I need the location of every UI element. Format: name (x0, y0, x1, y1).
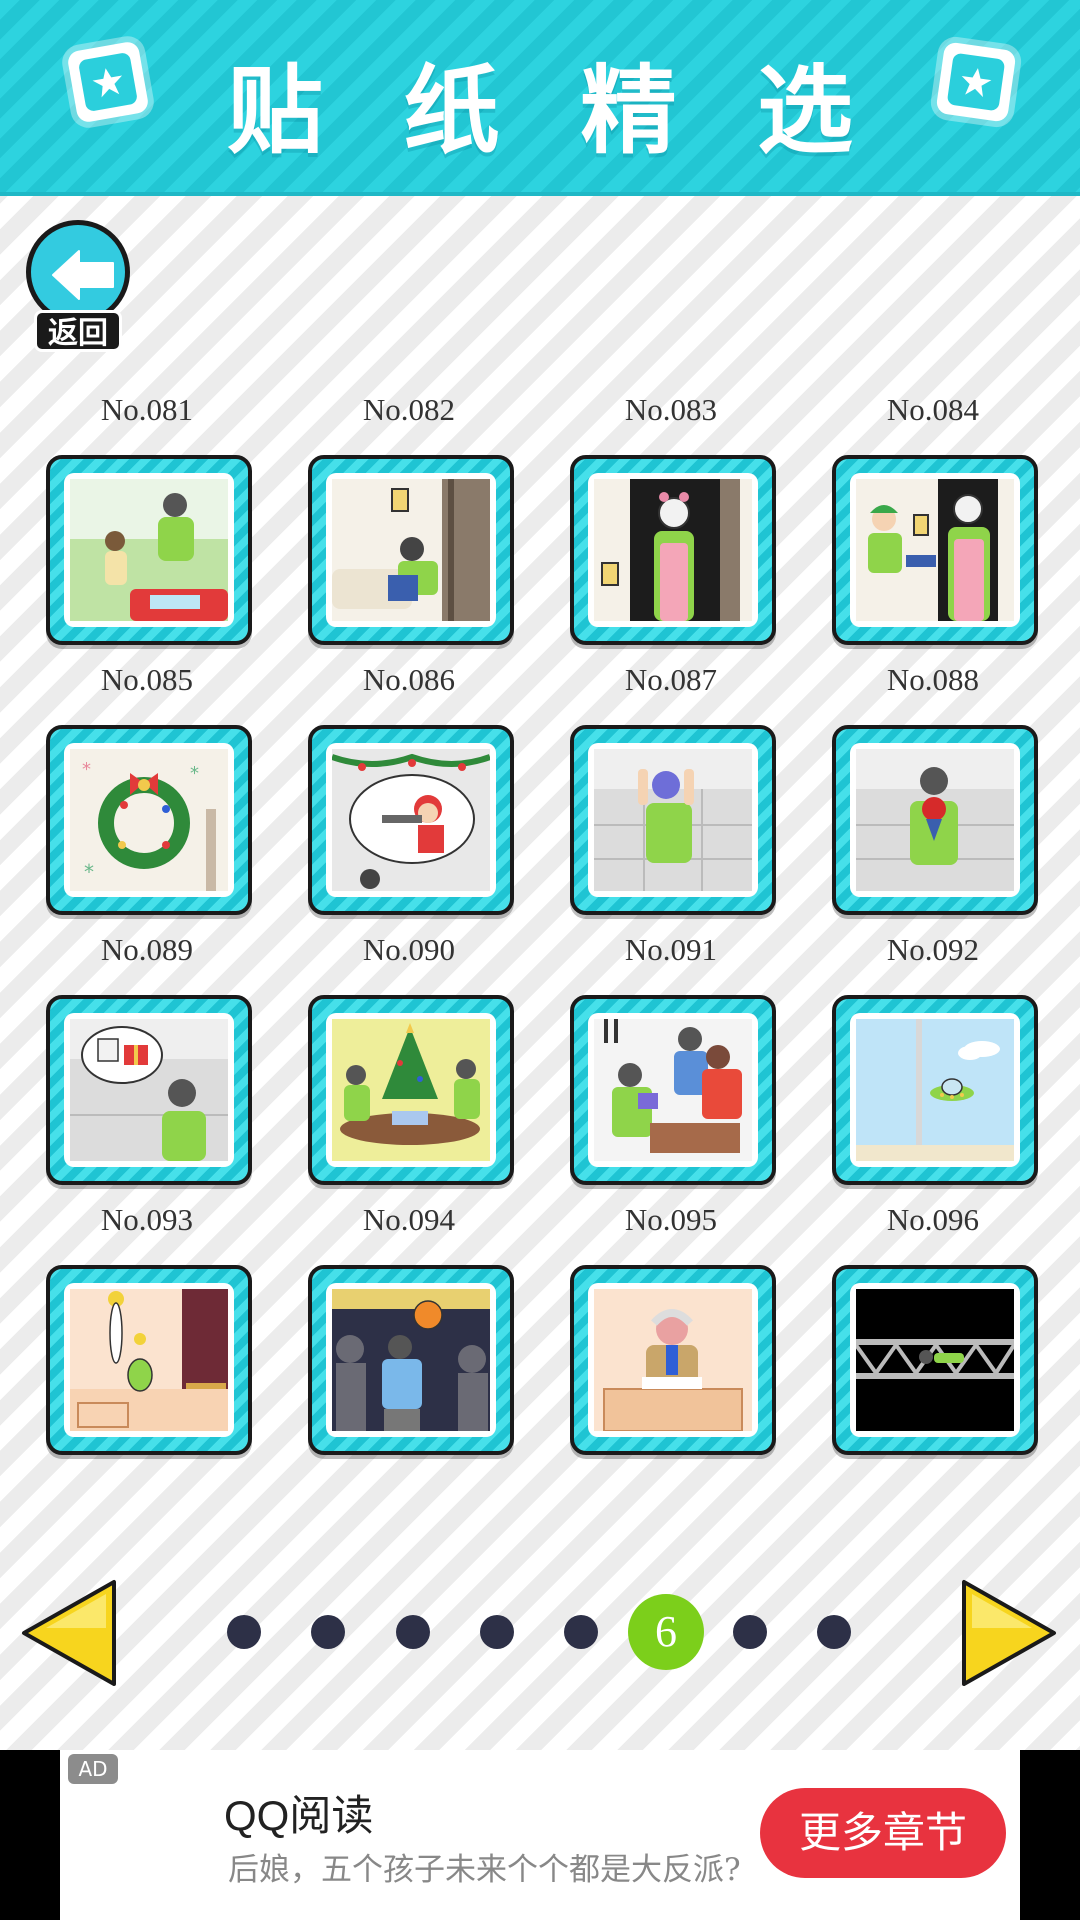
sticker-label: No.082 (362, 392, 456, 427)
arrow-right-icon (962, 1580, 1056, 1686)
title-char: 精 (580, 54, 677, 167)
header-bar: 贴 纸 精 选 (0, 0, 1080, 196)
sticker-card[interactable] (308, 455, 514, 645)
star-sticker-icon (935, 41, 1017, 123)
sticker-image (850, 473, 1020, 627)
sticker-label: No.089 (100, 932, 194, 967)
sticker-label: No.088 (886, 662, 980, 697)
sticker-card[interactable] (832, 725, 1038, 915)
svg-text:*: * (82, 759, 91, 780)
sticker-image (326, 473, 496, 627)
ad-panel[interactable]: AD QQ阅读 后娘，五个孩子未来个个都是大反派? 更多章节 (60, 1750, 1020, 1920)
sticker-image (64, 473, 234, 627)
sticker-label: No.086 (362, 662, 456, 697)
sticker-label: No.094 (362, 1202, 456, 1237)
sticker-label: No.087 (624, 662, 718, 697)
sticker-card[interactable] (570, 725, 776, 915)
page-dot[interactable] (817, 1615, 852, 1649)
sticker-card[interactable] (308, 725, 514, 915)
back-button[interactable]: 返回 (26, 220, 138, 356)
sticker-card[interactable] (46, 1265, 252, 1455)
arrow-left-icon (22, 1580, 116, 1686)
title-char: 贴 (227, 54, 323, 167)
sticker-label: No.083 (624, 392, 718, 427)
sticker-card[interactable] (832, 995, 1038, 1185)
sticker-label: No.093 (100, 1202, 194, 1237)
ad-banner: AD QQ阅读 后娘，五个孩子未来个个都是大反派? 更多章节 (0, 1750, 1080, 1920)
sticker-card[interactable] (46, 995, 252, 1185)
page-dot[interactable] (395, 1615, 430, 1649)
sticker-label: No.081 (100, 392, 194, 427)
sticker-image (326, 1013, 496, 1167)
ad-badge: AD (68, 1754, 118, 1784)
sticker-image (850, 743, 1020, 897)
svg-text:*: * (190, 763, 199, 784)
page-title: 贴 纸 精 选 (200, 52, 880, 167)
sticker-card[interactable] (570, 1265, 776, 1455)
sticker-card[interactable] (832, 1265, 1038, 1455)
sticker-card[interactable] (46, 455, 252, 645)
sticker-image (588, 743, 758, 897)
next-page-arrow[interactable] (958, 1578, 1058, 1688)
sticker-image: * * * (64, 743, 234, 897)
page-dot[interactable] (732, 1615, 767, 1649)
page-dot[interactable] (564, 1615, 599, 1649)
sticker-image (64, 1013, 234, 1167)
more-chapters-button[interactable]: 更多章节 (760, 1788, 1006, 1878)
ad-description: 后娘，五个孩子未来个个都是大反派? (228, 1852, 741, 1888)
back-arrow-icon (26, 220, 130, 324)
sticker-card[interactable] (832, 455, 1038, 645)
previous-page-arrow[interactable] (20, 1578, 120, 1688)
sticker-label: No.092 (886, 932, 980, 967)
sticker-image (588, 1013, 758, 1167)
page-dot[interactable] (479, 1615, 514, 1649)
sticker-card[interactable] (570, 995, 776, 1185)
ad-title: QQ阅读 (224, 1792, 374, 1839)
sticker-image (64, 1283, 234, 1437)
sticker-card[interactable] (308, 1265, 514, 1455)
sticker-label: No.085 (100, 662, 194, 697)
sticker-image (326, 1283, 496, 1437)
sticker-label: No.090 (362, 932, 456, 967)
sticker-image (850, 1283, 1020, 1437)
back-label: 返回 (34, 310, 122, 352)
sticker-label: No.096 (886, 1202, 980, 1237)
page-dot[interactable] (311, 1615, 346, 1649)
current-page-indicator: 6 (628, 1594, 704, 1670)
sticker-card[interactable]: * * * (46, 725, 252, 915)
sticker-image (588, 1283, 758, 1437)
title-char: 纸 (403, 54, 500, 167)
sticker-label: No.091 (624, 932, 718, 967)
sticker-image (326, 743, 496, 897)
svg-text:*: * (84, 860, 94, 884)
sticker-card[interactable] (570, 455, 776, 645)
sticker-card[interactable] (308, 995, 514, 1185)
sticker-image (850, 1013, 1020, 1167)
sticker-image (588, 473, 758, 627)
title-char: 选 (756, 54, 853, 167)
sticker-label: No.095 (624, 1202, 718, 1237)
star-sticker-icon (66, 40, 150, 124)
page-dot[interactable] (227, 1615, 261, 1649)
sticker-label: No.084 (886, 392, 980, 427)
